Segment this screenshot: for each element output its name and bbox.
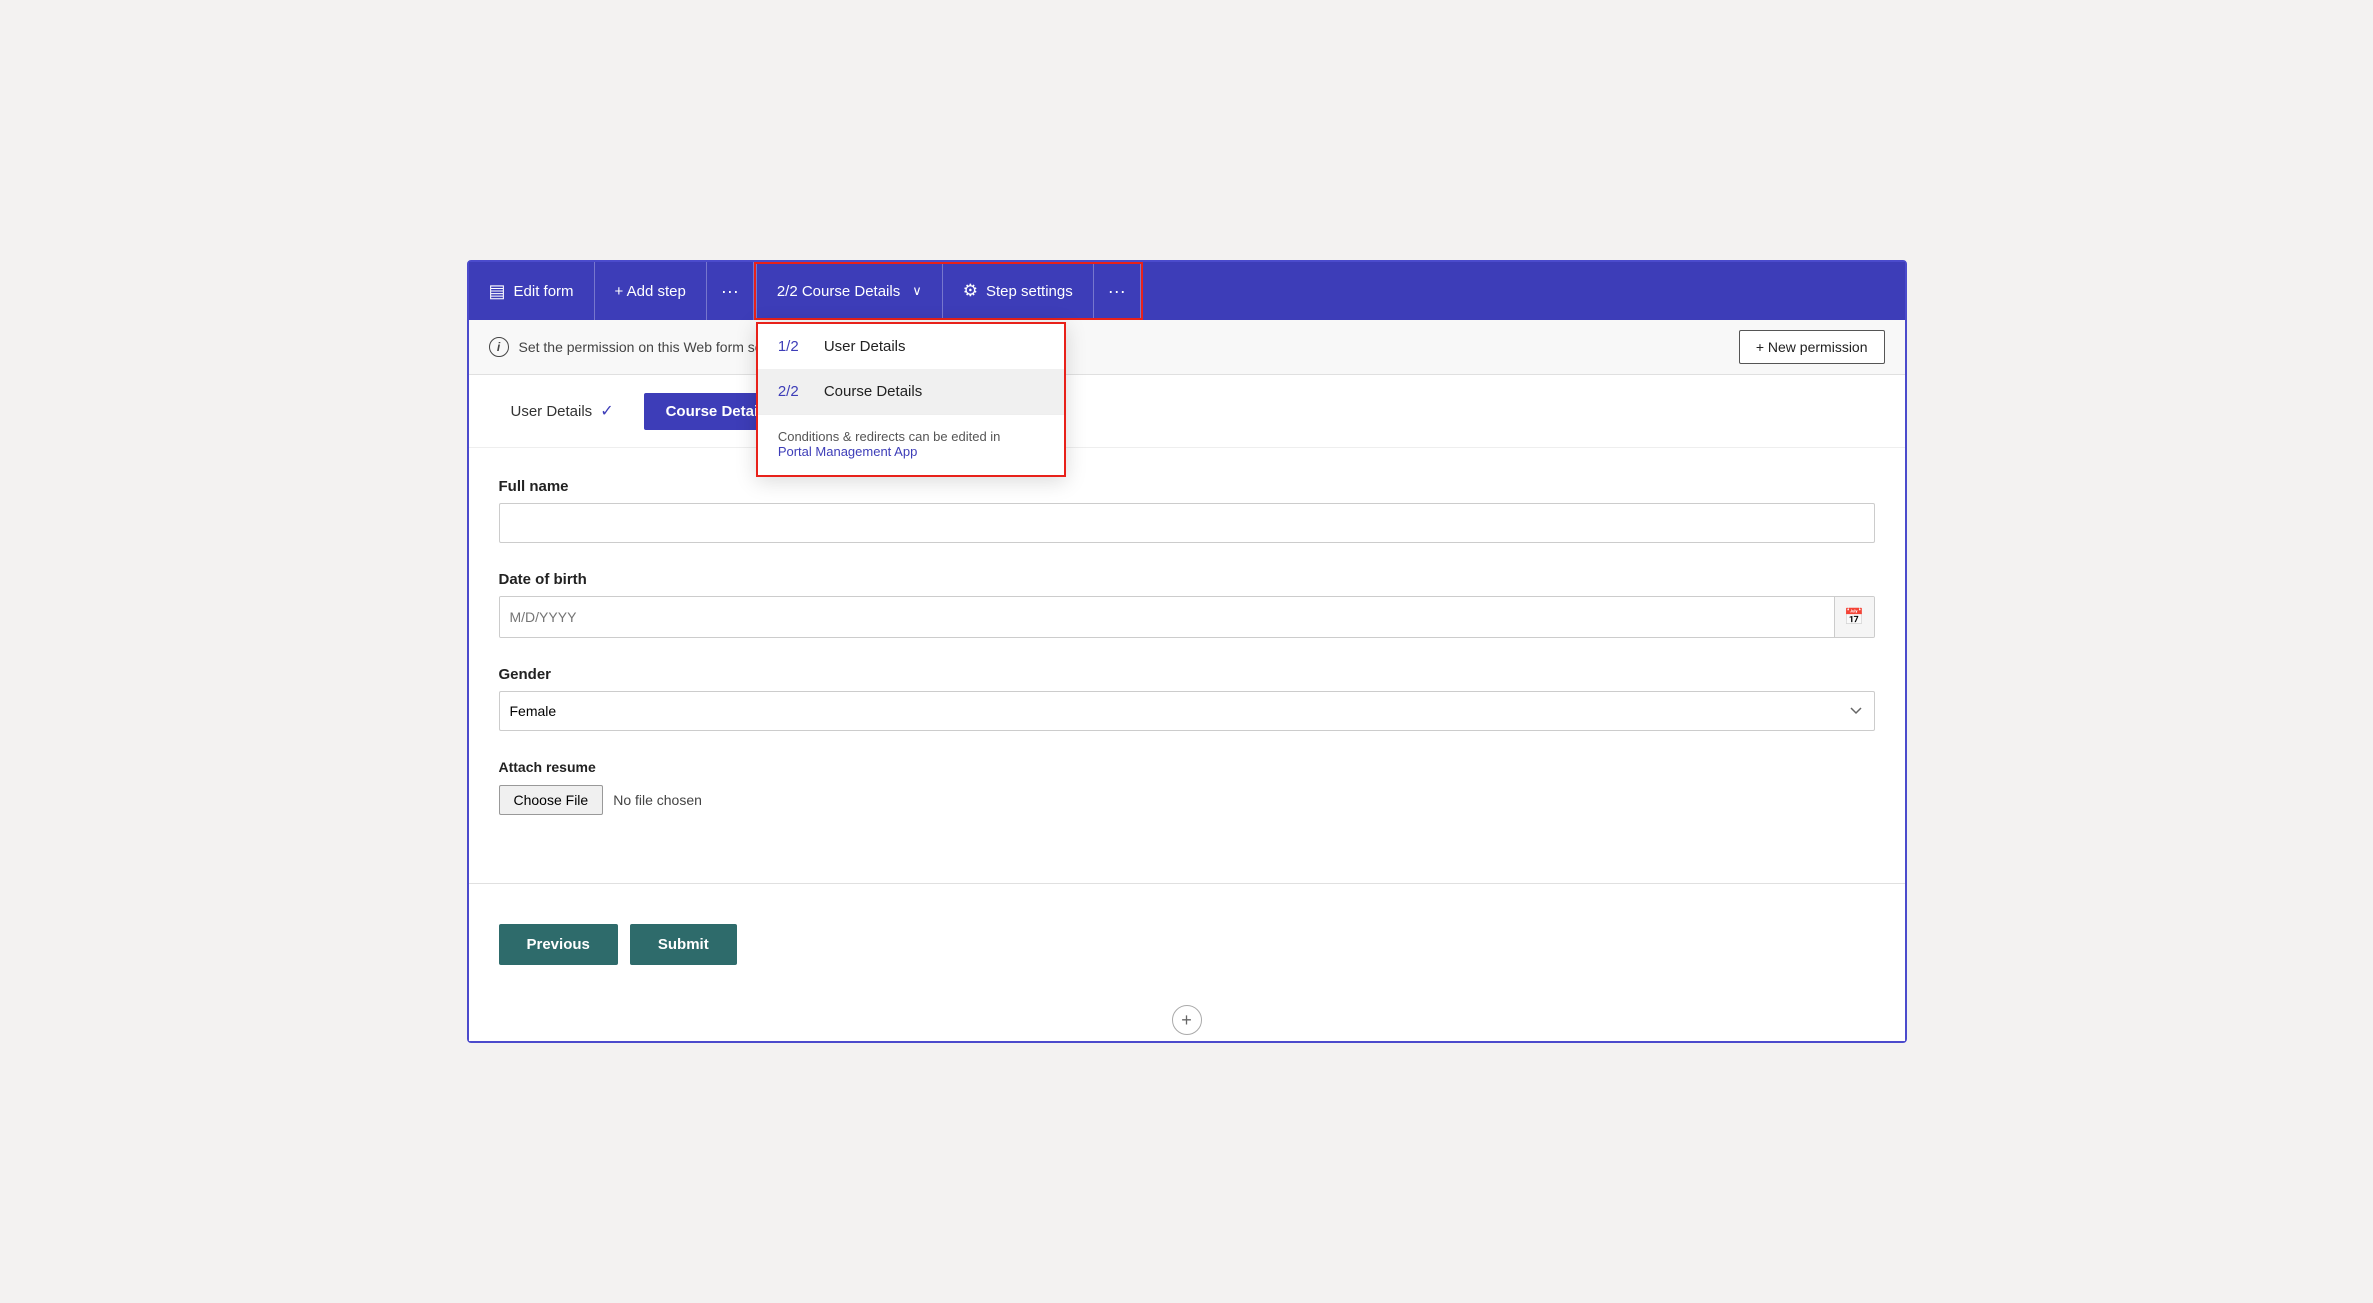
bottom-plus-area: +: [469, 995, 1905, 1041]
form-editor-container: ▤ Edit form + Add step ··· 2/2 Course De…: [467, 260, 1907, 1043]
dropdown-item-label-1: User Details: [824, 338, 906, 355]
toolbar: ▤ Edit form + Add step ··· 2/2 Course De…: [469, 262, 1905, 320]
date-picker-icon[interactable]: 📅: [1834, 597, 1874, 637]
new-permission-button[interactable]: + New permission: [1739, 330, 1885, 364]
form-icon: ▤: [489, 281, 506, 302]
file-input-wrap: Choose File No file chosen: [499, 785, 1875, 815]
edit-form-label: Edit form: [514, 283, 574, 300]
dropdown-item-num-2: 2/2: [778, 383, 808, 400]
step-dropdown-section: 2/2 Course Details ∨ ⚙ Step settings ···…: [754, 262, 1143, 320]
step-more-button[interactable]: ···: [1094, 264, 1141, 318]
previous-button[interactable]: Previous: [499, 924, 618, 965]
previous-label: Previous: [527, 936, 590, 953]
more-dots-icon: ···: [721, 281, 739, 302]
form-content: Full name Date of birth 📅 Gender Female …: [469, 448, 1905, 863]
dropdown-note: Conditions & redirects can be edited in …: [758, 414, 1064, 475]
choose-file-label: Choose File: [514, 792, 589, 808]
dropdown-item-label-2: Course Details: [824, 383, 922, 400]
plus-icon: +: [1181, 1010, 1192, 1031]
step-dropdown-button[interactable]: 2/2 Course Details ∨: [756, 264, 943, 318]
gender-label: Gender: [499, 666, 1875, 683]
add-section-button[interactable]: +: [1172, 1005, 1202, 1035]
dropdown-item-user-details[interactable]: 1/2 User Details: [758, 324, 1064, 369]
gender-field: Gender Female Male Other Prefer not to s…: [499, 666, 1875, 731]
choose-file-button[interactable]: Choose File: [499, 785, 604, 815]
dropdown-item-course-details[interactable]: 2/2 Course Details: [758, 369, 1064, 414]
info-icon: i: [489, 337, 509, 357]
attach-resume-field: Attach resume Choose File No file chosen: [499, 759, 1875, 815]
submit-label: Submit: [658, 936, 709, 953]
step-label: 2/2 Course Details: [777, 283, 900, 300]
step-dropdown-menu: 1/2 User Details 2/2 Course Details Cond…: [756, 322, 1066, 477]
no-file-text: No file chosen: [613, 792, 702, 808]
step-settings-label: Step settings: [986, 283, 1073, 300]
form-actions: Previous Submit: [469, 904, 1905, 995]
step-more-icon: ···: [1108, 281, 1126, 302]
new-permission-label: + New permission: [1756, 339, 1868, 355]
submit-button[interactable]: Submit: [630, 924, 737, 965]
date-of-birth-input[interactable]: [500, 597, 1834, 637]
gear-icon: ⚙: [963, 281, 978, 301]
date-input-wrap: 📅: [499, 596, 1875, 638]
full-name-input[interactable]: [499, 503, 1875, 543]
toolbar-more-button[interactable]: ···: [707, 262, 754, 320]
toolbar-left: ▤ Edit form + Add step ···: [469, 262, 754, 320]
user-details-tab-label: User Details: [511, 403, 593, 420]
steps-tabs: User Details ✓ Course Details: [469, 375, 1905, 448]
tab-user-details[interactable]: User Details ✓: [489, 391, 636, 431]
check-icon: ✓: [600, 401, 613, 421]
gender-select[interactable]: Female Male Other Prefer not to say: [499, 691, 1875, 731]
edit-form-button[interactable]: ▤ Edit form: [469, 262, 595, 320]
full-name-field: Full name: [499, 478, 1875, 543]
step-settings-button[interactable]: ⚙ Step settings: [943, 264, 1094, 318]
add-step-label: + Add step: [615, 283, 686, 300]
dropdown-item-num-1: 1/2: [778, 338, 808, 355]
attach-resume-label: Attach resume: [499, 759, 1875, 775]
chevron-down-icon: ∨: [912, 283, 922, 299]
permission-banner: i Set the permission on this Web form so…: [469, 320, 1905, 375]
dropdown-note-text: Conditions & redirects can be edited in: [778, 429, 1001, 444]
portal-management-link[interactable]: Portal Management App: [778, 444, 917, 459]
full-name-label: Full name: [499, 478, 1875, 495]
add-step-button[interactable]: + Add step: [595, 262, 707, 320]
form-divider: [469, 883, 1905, 884]
date-of-birth-field: Date of birth 📅: [499, 571, 1875, 638]
date-of-birth-label: Date of birth: [499, 571, 1875, 588]
